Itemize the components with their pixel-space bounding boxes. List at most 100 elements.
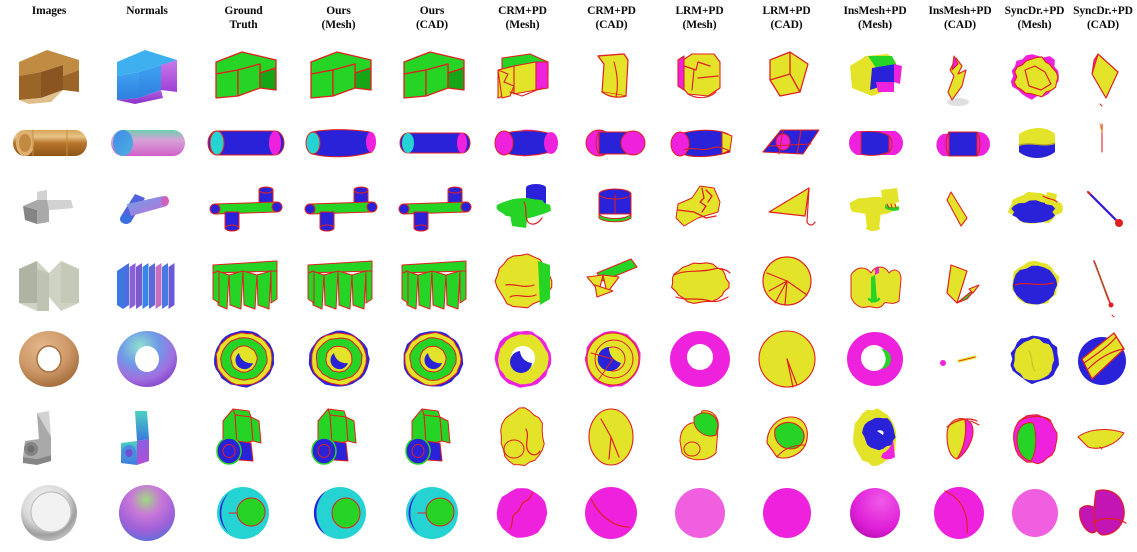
- column-header-ground-truth: Ground Truth: [196, 0, 291, 36]
- render-row-7-images: [3, 475, 95, 551]
- column-header-line2: Truth: [229, 18, 258, 31]
- cell-row-1-insmesh-pd-mesh: [830, 36, 920, 113]
- render-row-5-insmesh-pd-mesh: [831, 323, 919, 395]
- shape-row-5-normals: [117, 331, 177, 387]
- shape-row-7-lrm-pd-cad: [762, 487, 811, 538]
- shape-row-6-syncdr-pd-cad: [1077, 428, 1125, 450]
- render-row-7-insmesh-pd-mesh: [831, 475, 919, 551]
- grid-row-6: [0, 397, 1137, 473]
- cell-row-6-lrm-pd-mesh: [656, 397, 743, 473]
- column-header-line2: (CAD): [595, 18, 628, 31]
- shape-row-3-ours-cad: [398, 186, 472, 232]
- render-row-5-lrm-pd-mesh: [658, 323, 742, 395]
- shape-row-3-crm-pd-cad: [598, 188, 631, 223]
- cell-row-2-lrm-pd-cad: [743, 113, 830, 175]
- shape-row-7-crm-pd-mesh: [496, 487, 547, 538]
- cell-row-4-normals: [98, 239, 196, 321]
- cell-row-6-images: [0, 397, 98, 473]
- cell-row-6-insmesh-pd-cad: [920, 397, 1000, 473]
- cell-row-4-ours-cad: [386, 239, 478, 321]
- render-row-2-insmesh-pd-cad: [921, 116, 999, 172]
- column-header-line2: (CAD): [415, 18, 449, 31]
- shape-row-3-lrm-pd-mesh: [675, 185, 720, 227]
- shape-row-2-ground-truth: [207, 130, 284, 156]
- cell-row-1-normals: [98, 36, 196, 113]
- column-header-line1: CRM+PD: [587, 5, 636, 17]
- render-row-4-images: [3, 241, 95, 319]
- render-row-6-normals: [101, 399, 193, 471]
- column-header-insmesh-pd-cad: InsMesh+PD (CAD): [920, 0, 1000, 36]
- render-row-6-crm-pd-cad: [569, 399, 655, 471]
- column-header-line1: SyncDr.+PD: [1004, 5, 1065, 17]
- render-row-5-syncdr-pd-cad: [1070, 323, 1136, 395]
- render-row-6-lrm-pd-mesh: [658, 399, 742, 471]
- cell-row-1-insmesh-pd-cad: [920, 36, 1000, 113]
- shape-row-3-ground-truth: [209, 186, 282, 232]
- render-row-7-ours-cad: [388, 475, 476, 551]
- shape-row-2-normals: [111, 130, 185, 156]
- cell-row-4-crm-pd-mesh: [478, 239, 567, 321]
- cell-row-1-lrm-pd-mesh: [656, 36, 743, 113]
- column-header-crm-pd-mesh: CRM+PD (Mesh): [478, 0, 567, 36]
- cell-row-3-normals: [98, 175, 196, 239]
- cell-row-5-syncdr-pd-mesh: [1000, 321, 1069, 397]
- render-row-3-syncdr-pd-mesh: [1001, 178, 1069, 236]
- cell-row-4-ground-truth: [196, 239, 291, 321]
- grid-row-3: [0, 175, 1137, 239]
- render-row-7-syncdr-pd-mesh: [1001, 475, 1069, 551]
- shape-row-7-lrm-pd-mesh: [674, 487, 725, 538]
- shape-row-4-insmesh-pd-mesh: [850, 266, 902, 309]
- shape-row-3-normals: [120, 194, 169, 224]
- render-row-1-crm-pd-cad: [570, 40, 654, 110]
- shape-row-1-crm-pd-cad: [596, 52, 629, 98]
- shape-row-5-lrm-pd-cad: [757, 330, 816, 388]
- render-row-4-ours-cad: [388, 241, 476, 319]
- render-row-2-ours-cad: [388, 116, 476, 172]
- cell-row-7-images: [0, 473, 98, 552]
- shape-row-2-crm-pd-cad: [585, 129, 645, 157]
- cell-row-3-lrm-pd-mesh: [656, 175, 743, 239]
- render-row-3-crm-pd-mesh: [480, 178, 566, 236]
- cell-row-2-syncdr-pd-mesh: [1000, 113, 1069, 175]
- render-row-2-images: [3, 116, 95, 172]
- shape-row-5-lrm-pd-mesh: [669, 331, 730, 387]
- shape-row-5-syncdr-pd-cad: [1078, 332, 1126, 385]
- cell-row-1-images: [0, 36, 98, 113]
- shape-row-1-insmesh-pd-cad: [947, 55, 969, 106]
- cell-row-6-crm-pd-cad: [567, 397, 656, 473]
- cell-row-5-ours-mesh: [291, 321, 386, 397]
- column-header-line2: (Mesh): [682, 18, 717, 31]
- render-row-6-syncdr-pd-mesh: [1001, 399, 1069, 471]
- column-header-images: Images: [0, 0, 98, 36]
- grid-row-4: [0, 239, 1137, 321]
- cell-row-2-lrm-pd-mesh: [656, 113, 743, 175]
- render-row-4-lrm-pd-cad: [745, 241, 829, 319]
- shape-row-2-images: [13, 129, 87, 157]
- shape-row-5-syncdr-pd-mesh: [1009, 335, 1059, 385]
- render-row-1-syncdr-pd-cad: [1070, 40, 1136, 110]
- column-header-line1: Ours: [326, 5, 351, 17]
- cell-row-4-crm-pd-cad: [567, 239, 656, 321]
- column-header-line2: (Mesh): [505, 18, 540, 31]
- cell-row-4-insmesh-pd-cad: [920, 239, 1000, 321]
- shape-row-1-syncdr-pd-cad: [1091, 52, 1119, 106]
- cell-row-4-ours-mesh: [291, 239, 386, 321]
- shape-row-2-lrm-pd-cad: [761, 129, 820, 155]
- cell-row-3-ours-mesh: [291, 175, 386, 239]
- render-row-3-lrm-pd-cad: [745, 178, 829, 236]
- shape-row-3-ours-mesh: [304, 186, 377, 232]
- cell-row-3-syncdr-pd-cad: [1069, 175, 1137, 239]
- cell-row-3-ground-truth: [196, 175, 291, 239]
- column-header-normals: Normals: [98, 0, 196, 36]
- shape-row-7-syncdr-pd-mesh: [1011, 488, 1058, 537]
- render-row-6-syncdr-pd-cad: [1070, 399, 1136, 471]
- render-row-6-lrm-pd-cad: [745, 399, 829, 471]
- render-row-5-normals: [101, 323, 193, 395]
- render-row-3-crm-pd-cad: [569, 178, 655, 236]
- render-row-4-ground-truth: [199, 241, 289, 319]
- render-row-1-syncdr-pd-mesh: [1001, 40, 1069, 110]
- render-row-6-insmesh-pd-mesh: [831, 399, 919, 471]
- cell-row-7-syncdr-pd-cad: [1069, 473, 1137, 552]
- shape-row-7-insmesh-pd-mesh: [850, 487, 900, 538]
- comparison-figure: Images Normals Ground Truth Ours (Mesh) Ours (C…: [0, 0, 1137, 552]
